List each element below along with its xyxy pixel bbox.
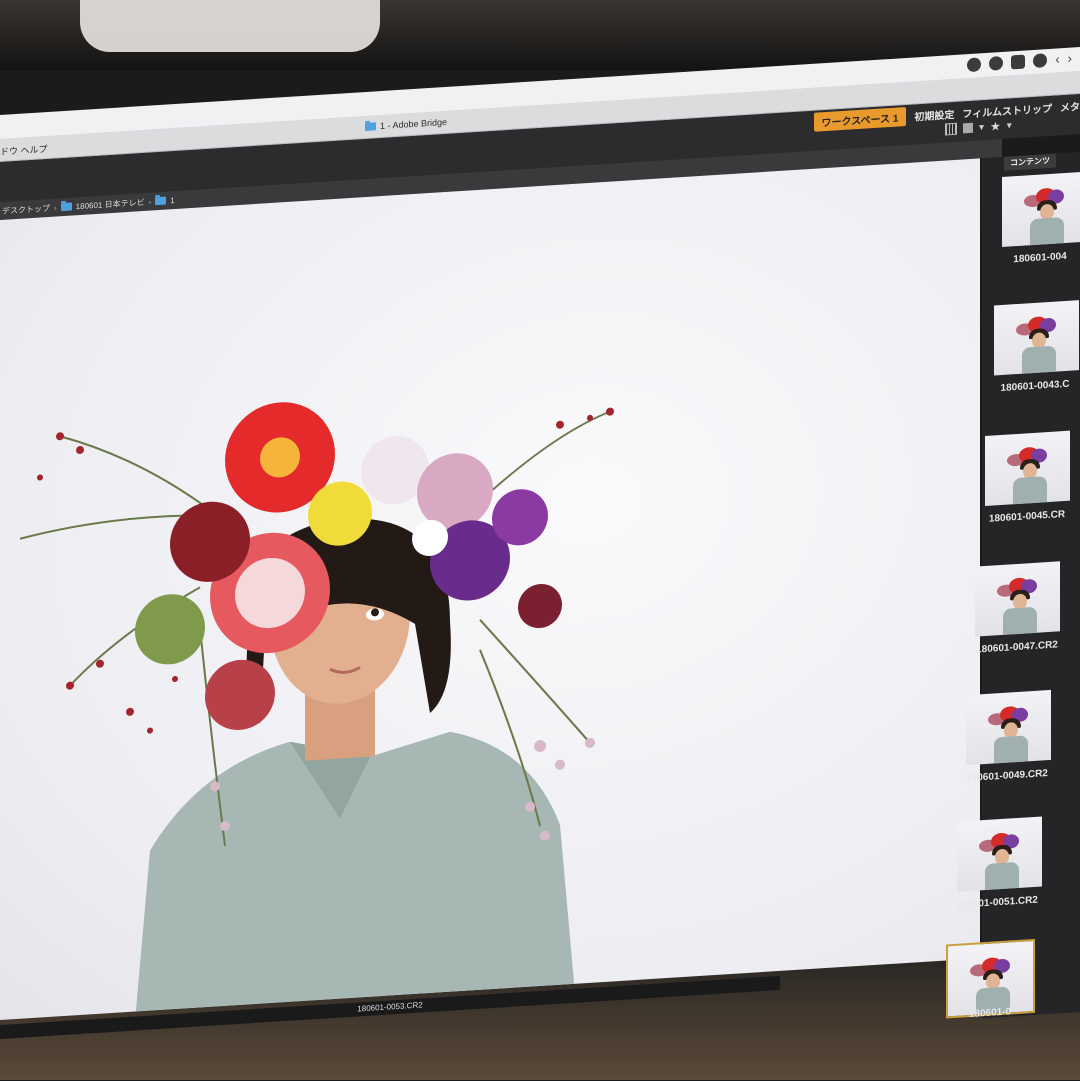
folder-icon [365, 122, 376, 132]
workspace-tab-metadata[interactable]: メタ [1060, 98, 1080, 114]
burgundy-cluster [518, 583, 562, 629]
chevron-right-icon[interactable]: › [1068, 51, 1072, 66]
window-title: 1 - Adobe Bridge [365, 117, 447, 132]
chevron-left-icon[interactable]: ‹ [1055, 51, 1059, 66]
preview-image [19, 402, 614, 1020]
thumbnail[interactable] [975, 561, 1060, 637]
breadcrumb-item-folder[interactable]: 1 [170, 196, 174, 205]
rating-dropdown-icon[interactable]: ▾ [1007, 120, 1012, 131]
sync-icon[interactable] [1011, 54, 1026, 70]
preview-pane[interactable] [0, 158, 980, 1020]
folder-icon [155, 196, 167, 206]
background-object [80, 0, 380, 52]
red-flower-low [205, 659, 275, 730]
view-controls: ▾ ★ ▾ [945, 118, 1012, 136]
chevron-right-icon: › [148, 196, 152, 207]
thumbnail[interactable] [994, 300, 1079, 376]
settings-icon[interactable] [1033, 53, 1048, 68]
folder-icon [60, 202, 72, 212]
app-menu[interactable]: ドウ ヘルプ [0, 142, 48, 158]
workspace-tab-default[interactable]: 初期設定 [914, 106, 954, 124]
window-title-text: 1 - Adobe Bridge [380, 116, 448, 132]
thumbnail[interactable] [966, 689, 1051, 766]
workspace-tab-1[interactable]: ワークスペース 1 [813, 106, 907, 132]
thumbnail[interactable] [1002, 171, 1080, 247]
breadcrumb-item-desktop[interactable]: デスクトップ [2, 202, 50, 216]
green-foliage [135, 594, 205, 665]
grid-view-icon[interactable] [945, 122, 957, 136]
workspace-tab-filmstrip[interactable]: フィルムストリップ [962, 100, 1052, 121]
view-dropdown-icon[interactable]: ▾ [979, 122, 984, 133]
thumbnail[interactable] [957, 816, 1042, 892]
monitor-screen: ‹ › ドウ ヘルプ 1 - Adobe Bridge ワークスペース 1 初期… [0, 2, 1080, 1080]
menu-bar-tray: ‹ › [967, 51, 1072, 73]
dropbox-icon[interactable] [989, 55, 1004, 71]
list-view-icon[interactable] [963, 122, 973, 134]
thumbnail[interactable] [985, 430, 1070, 507]
creative-cloud-icon[interactable] [967, 57, 982, 73]
breadcrumb-item-project[interactable]: 180601 日本テレビ [76, 196, 145, 211]
star-icon[interactable]: ★ [990, 119, 1001, 134]
purple-flower [492, 489, 548, 546]
chevron-right-icon: › [54, 202, 57, 213]
